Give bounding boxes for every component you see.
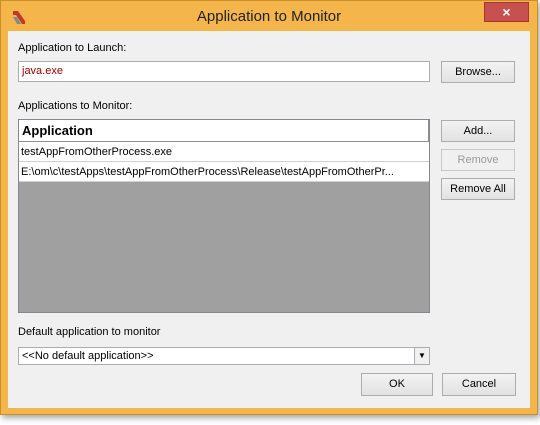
monitor-label: Applications to Monitor: [18,100,133,112]
launch-input[interactable]: java.exe [18,61,430,82]
ok-button[interactable]: OK [361,373,433,396]
add-button[interactable]: Add... [441,120,515,142]
column-header-application[interactable]: Application [19,120,429,142]
dialog-window: Application to Monitor × Application to … [0,0,538,415]
default-app-value: <<No default application>> [22,350,154,362]
launch-label: Application to Launch: [18,42,127,54]
dialog-body: Application to Launch: java.exe Browse..… [8,31,530,408]
window-title: Application to Monitor [196,8,342,25]
remove-all-button[interactable]: Remove All [441,178,515,200]
close-icon: × [502,4,511,20]
title-bar[interactable]: Application to Monitor × [1,1,537,31]
default-app-label: Default application to monitor [18,326,161,338]
browse-button[interactable]: Browse... [441,61,515,83]
list-item[interactable]: testAppFromOtherProcess.exe [19,142,429,162]
list-item[interactable]: E:\om\c\testApps\testAppFromOtherProcess… [19,162,429,182]
default-app-select[interactable]: <<No default application>> ▼ [18,347,430,365]
chevron-down-icon[interactable]: ▼ [414,348,429,364]
cancel-button[interactable]: Cancel [442,373,516,396]
remove-button[interactable]: Remove [441,149,515,171]
applications-list[interactable]: Application testAppFromOtherProcess.exe … [18,119,430,313]
close-button[interactable]: × [484,2,529,22]
